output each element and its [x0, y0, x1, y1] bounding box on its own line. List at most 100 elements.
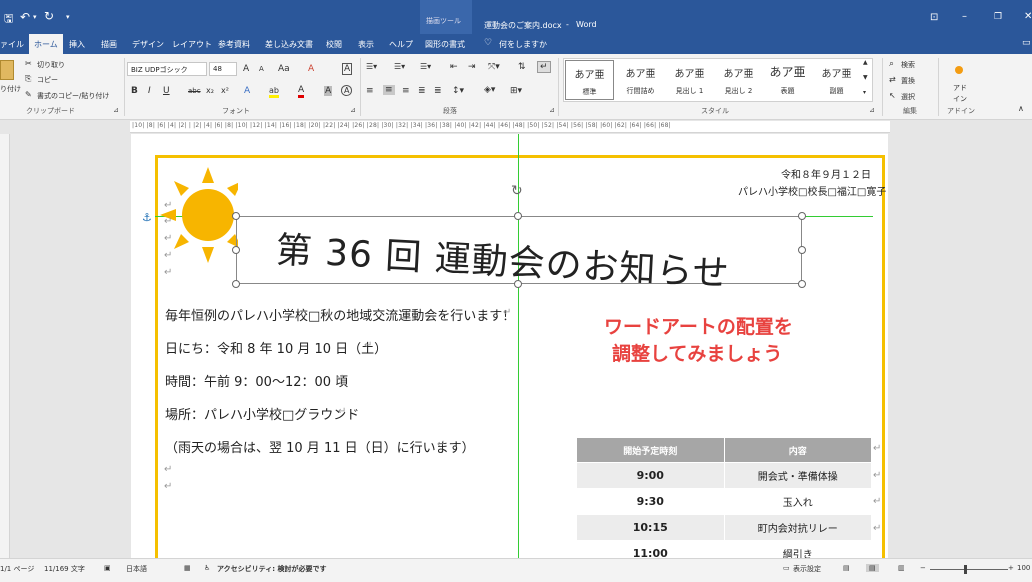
vertical-ruler[interactable] [0, 134, 10, 558]
addins-icon[interactable] [955, 66, 963, 74]
line-spacing-icon[interactable]: ↕▾ [452, 86, 464, 96]
zoom-in-button[interactable]: + [1008, 564, 1014, 572]
styles-scroll-down-icon[interactable]: ▼ [863, 74, 868, 81]
display-settings[interactable]: 表示設定 [793, 564, 821, 574]
word-count[interactable]: 11/169 文字 [44, 564, 85, 574]
style-no-spacing[interactable]: あア亜 行間詰め [616, 60, 665, 100]
print-layout-icon[interactable]: ▤ [866, 564, 879, 572]
cut-button[interactable]: 切り取り [37, 60, 65, 70]
clipboard-launcher-icon[interactable]: ⊿ [113, 106, 119, 114]
zoom-level[interactable]: 100 [1017, 564, 1030, 572]
style-heading-1[interactable]: あア亜 見出し 1 [665, 60, 714, 100]
scissors-icon[interactable]: ✂ [25, 59, 32, 68]
asian-layout-icon[interactable]: ⤧▾ [488, 62, 500, 72]
distributed-icon[interactable]: ≣ [434, 86, 442, 96]
maximize-icon[interactable]: ❐ [994, 12, 1002, 22]
tab-insert[interactable]: 挿入 [69, 39, 85, 50]
collapse-ribbon-icon[interactable]: ∧ [1018, 104, 1024, 113]
table-cell-time[interactable]: 10:15 [576, 514, 725, 541]
grow-font-icon[interactable]: A [243, 64, 249, 74]
clear-formatting-icon[interactable]: A [308, 64, 314, 74]
comments-icon[interactable]: ▭ [1022, 38, 1031, 48]
resize-handle[interactable] [798, 280, 806, 288]
horizontal-ruler[interactable]: |10| |8| |6| |4| |2| | |2| |4| |6| |8| |… [130, 121, 890, 133]
borders-icon[interactable]: ⊞▾ [510, 86, 522, 96]
styles-launcher-icon[interactable]: ⊿ [869, 106, 875, 114]
styles-scroll-up-icon[interactable]: ▲ [863, 59, 868, 66]
bold-button[interactable]: B [131, 86, 138, 96]
multilevel-list-icon[interactable]: ☰▾ [420, 62, 431, 71]
table-cell-content[interactable]: 町内会対抗リレー [723, 514, 873, 541]
font-launcher-icon[interactable]: ⊿ [350, 106, 356, 114]
char-border-icon[interactable]: A [342, 63, 353, 75]
subscript-button[interactable]: x₂ [206, 86, 214, 95]
font-color-icon[interactable]: A [298, 85, 305, 98]
resize-handle[interactable] [232, 280, 240, 288]
align-center-icon[interactable]: ≡ [383, 85, 395, 95]
tab-shape-format[interactable]: 図形の書式 [425, 39, 465, 50]
page-count[interactable]: 1/1 ページ [0, 564, 34, 574]
align-right-icon[interactable]: ≡ [402, 86, 410, 96]
table-cell-time[interactable]: 9:30 [576, 488, 725, 515]
resize-handle[interactable] [798, 212, 806, 220]
superscript-button[interactable]: x² [221, 86, 229, 95]
italic-button[interactable]: I [148, 86, 151, 96]
table-header-content[interactable]: 内容 [723, 437, 873, 463]
resize-handle[interactable] [798, 246, 806, 254]
select-button[interactable]: 選択 [901, 92, 915, 102]
sort-icon[interactable]: ⇅ [518, 62, 526, 72]
rotate-handle-icon[interactable]: ↻ [511, 183, 523, 199]
style-title[interactable]: あア亜 表題 [763, 60, 812, 100]
decrease-indent-icon[interactable]: ⇤ [450, 62, 458, 72]
format-painter-button[interactable]: 書式のコピー/貼り付け [37, 91, 109, 101]
ribbon-display-options-icon[interactable]: ⊡ [930, 12, 938, 23]
find-icon[interactable]: ⌕ [889, 59, 894, 69]
tab-layout[interactable]: レイアウト [172, 39, 212, 50]
minimize-icon[interactable]: – [962, 11, 967, 22]
copy-icon[interactable]: ⎘ [25, 74, 31, 84]
proofing-icon[interactable]: ▣ [104, 564, 111, 572]
font-name-combo[interactable]: BIZ UDPゴシック [127, 62, 207, 76]
replace-icon[interactable]: ⇄ [889, 75, 896, 84]
char-shading-icon[interactable]: A [324, 86, 333, 96]
table-cell-time[interactable]: 9:00 [576, 462, 725, 489]
zoom-slider-thumb[interactable] [964, 565, 967, 574]
bullets-icon[interactable]: ☰▾ [366, 62, 377, 71]
select-icon[interactable]: ↖ [889, 91, 896, 100]
tab-file[interactable]: ァイル [0, 39, 24, 50]
save-icon[interactable]: 🖫 [4, 10, 13, 29]
tab-view[interactable]: 表示 [358, 39, 374, 50]
addins-label-1[interactable]: アド [953, 83, 967, 93]
language[interactable]: 日本語 [126, 564, 147, 574]
change-case-icon[interactable]: Aa [278, 64, 290, 74]
paragraph-date[interactable]: 日にち：令和 8 年 10 月 10 日（土） [165, 338, 387, 357]
align-left-icon[interactable]: ≡ [366, 86, 374, 96]
shrink-font-icon[interactable]: A [259, 65, 264, 73]
tab-design[interactable]: デザイン [132, 39, 164, 50]
accessibility-icon[interactable]: ♿ [204, 564, 210, 572]
paragraph-launcher-icon[interactable]: ⊿ [549, 106, 555, 114]
shading-icon[interactable]: ◈▾ [484, 85, 495, 95]
schedule-table[interactable]: 開始予定時刻 内容 9:00 開会式・準備体操 9:30 玉入れ 10:15 町… [576, 437, 873, 567]
paste-icon[interactable] [0, 60, 14, 80]
tab-mailings[interactable]: 差し込み文書 [265, 39, 313, 50]
numbering-icon[interactable]: ☰▾ [394, 62, 405, 71]
resize-handle[interactable] [232, 246, 240, 254]
highlight-icon[interactable]: ab [269, 86, 279, 98]
paste-button-label[interactable]: り付け [0, 84, 21, 94]
paragraph-time[interactable]: 時間：午前 9：00～12：00 頃 [165, 371, 348, 390]
text-effects-icon[interactable]: A [244, 86, 250, 96]
undo-icon[interactable]: ↶ [20, 10, 30, 24]
callout-line-2[interactable]: 調整してみましょう [612, 339, 782, 366]
redo-icon[interactable]: ↻ [44, 9, 54, 23]
anchor-icon[interactable]: ⚓ [142, 211, 152, 224]
styles-more-icon[interactable]: ▾ [863, 89, 866, 96]
table-cell-content[interactable]: 玉入れ [723, 488, 873, 515]
style-heading-2[interactable]: あア亜 見出し 2 [714, 60, 763, 100]
resize-handle[interactable] [232, 212, 240, 220]
paragraph-place[interactable]: 場所：パレハ小学校□グラウンド [165, 404, 359, 423]
accessibility-status[interactable]: アクセシビリティ: 検討が必要です [217, 564, 326, 574]
font-size-combo[interactable]: 48 [209, 62, 237, 76]
focus-icon[interactable]: ▭ [783, 564, 790, 572]
close-icon[interactable]: ✕ [1024, 11, 1032, 22]
